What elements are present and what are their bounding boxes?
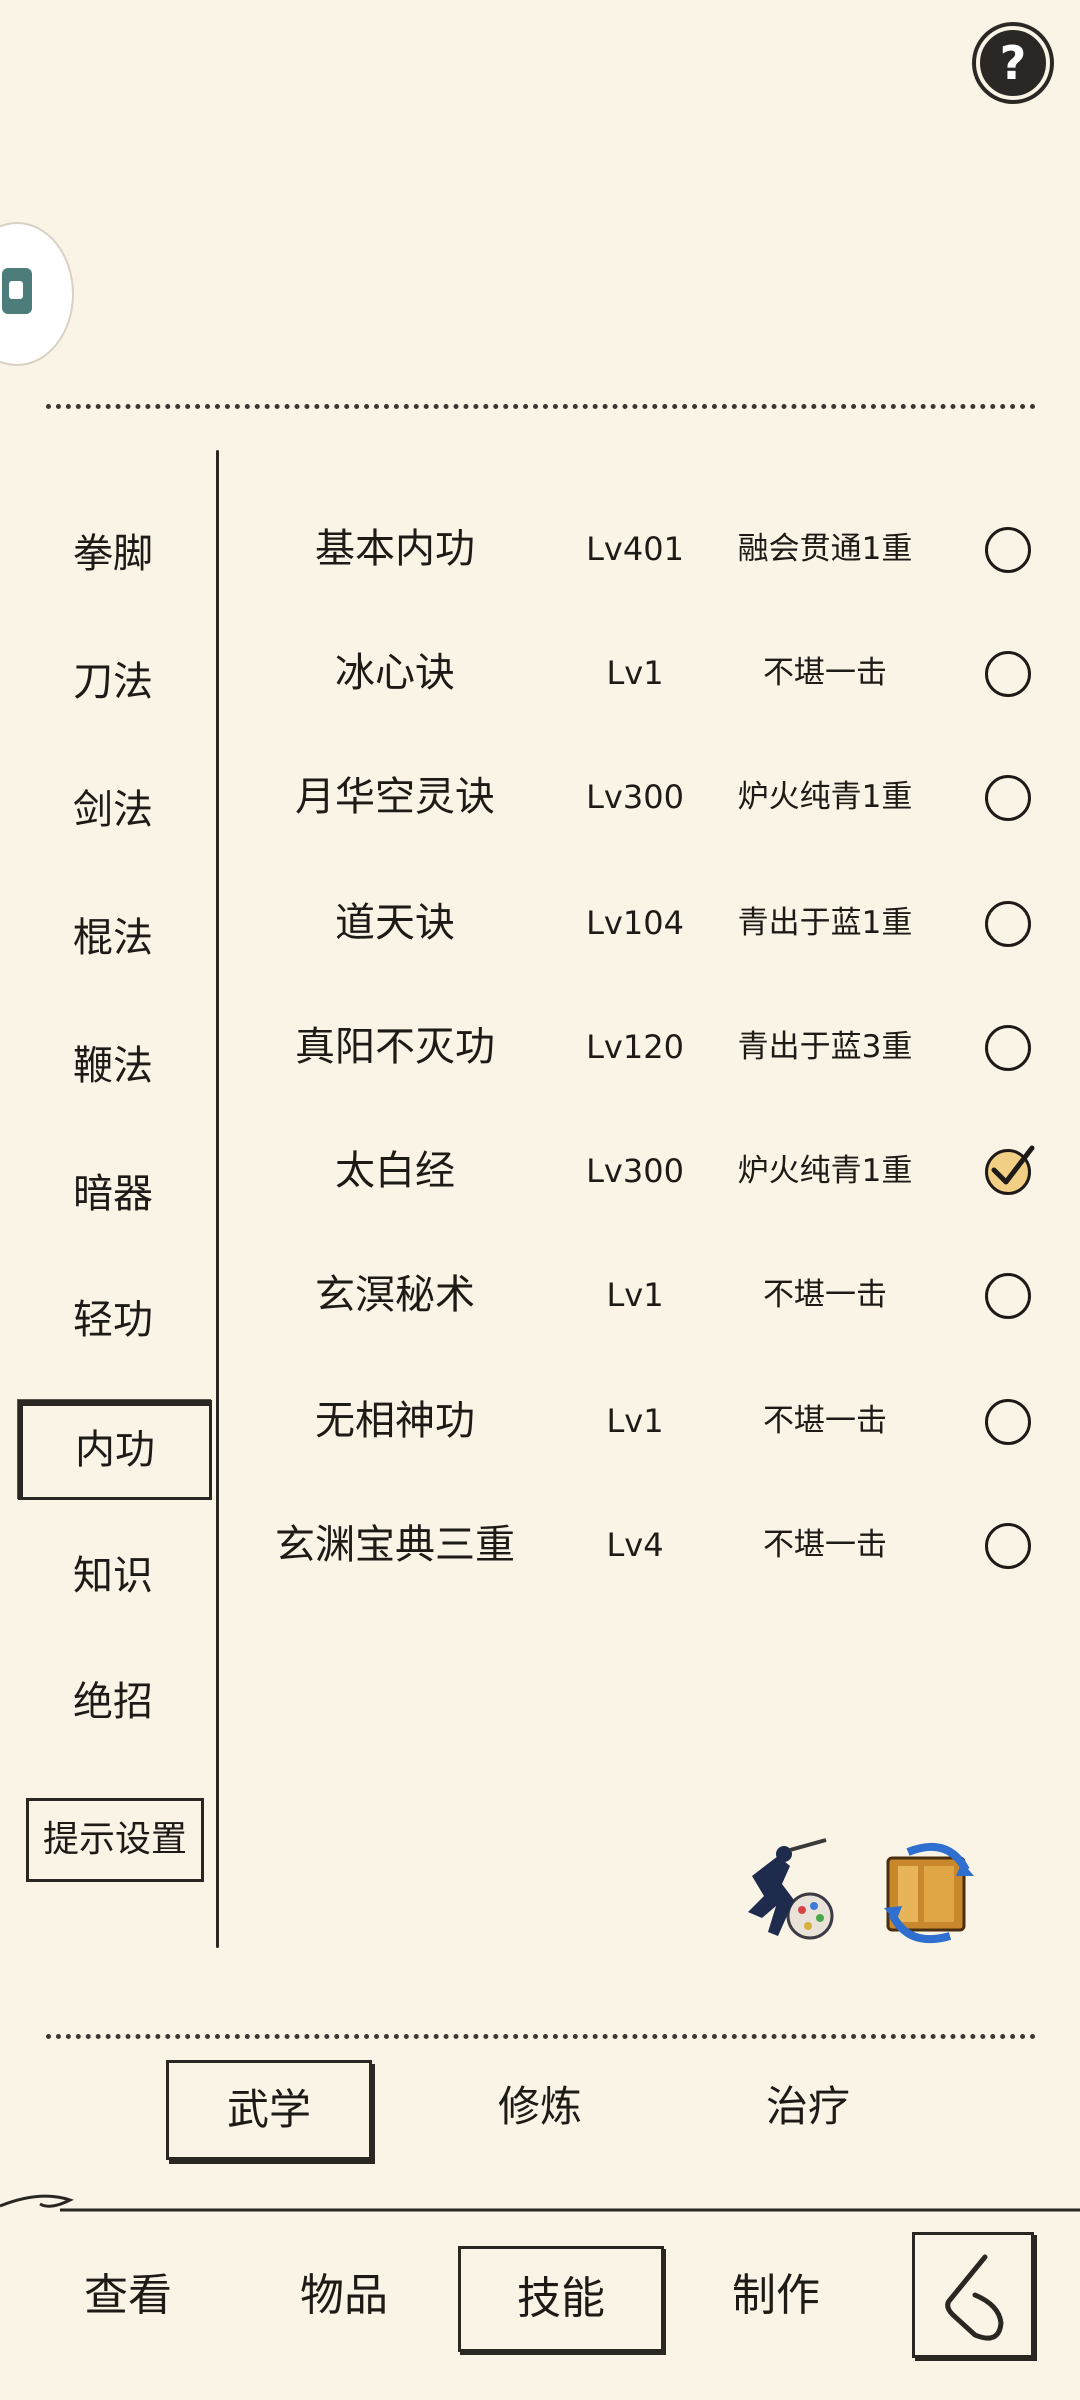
skill-row[interactable]: 玄渊宝典三重 Lv4 不堪一击 bbox=[240, 1490, 1040, 1600]
skill-level: Lv1 bbox=[606, 1402, 664, 1440]
skill-checkbox[interactable] bbox=[985, 1145, 1035, 1195]
bottom-divider bbox=[46, 2034, 1036, 2039]
brush-separator bbox=[0, 2194, 1080, 2212]
skill-checkbox[interactable] bbox=[985, 1025, 1031, 1071]
subtab-label: 修炼 bbox=[497, 2082, 582, 2131]
category-quanjiao[interactable]: 拳脚 bbox=[18, 506, 208, 602]
skill-checkbox[interactable] bbox=[985, 1273, 1031, 1319]
category-bianfa[interactable]: 鞭法 bbox=[18, 1018, 208, 1114]
category-zhishi[interactable]: 知识 bbox=[18, 1528, 208, 1624]
category-label: 轻功 bbox=[73, 1297, 153, 1343]
skill-name: 无相神功 bbox=[315, 1398, 475, 1444]
nav-jineng[interactable]: 技能 bbox=[458, 2246, 664, 2352]
skill-name: 玄溟秘术 bbox=[315, 1272, 475, 1318]
skill-level: Lv4 bbox=[606, 1526, 664, 1564]
skill-name: 道天诀 bbox=[335, 900, 455, 946]
category-label: 拳脚 bbox=[73, 531, 153, 577]
skill-checkbox[interactable] bbox=[985, 527, 1031, 573]
category-gunfa[interactable]: 棍法 bbox=[18, 890, 208, 986]
skill-level: Lv1 bbox=[606, 654, 664, 692]
subtab-label: 武学 bbox=[226, 2085, 311, 2134]
subtab-xiulian[interactable]: 修炼 bbox=[440, 2060, 640, 2154]
app-logo-icon bbox=[2, 268, 32, 314]
category-label: 剑法 bbox=[73, 787, 153, 833]
skill-rank: 炉火纯青1重 bbox=[737, 1153, 913, 1189]
skill-rank: 青出于蓝3重 bbox=[737, 1029, 913, 1065]
category-label: 刀法 bbox=[73, 659, 153, 705]
category-anqi[interactable]: 暗器 bbox=[18, 1146, 208, 1242]
swap-book-icon[interactable] bbox=[878, 1836, 980, 1946]
skill-row[interactable]: 无相神功 Lv1 不堪一击 bbox=[240, 1366, 1040, 1476]
category-neigong[interactable]: 内功 bbox=[18, 1400, 212, 1500]
nav-chakan[interactable]: 查看 bbox=[28, 2246, 228, 2346]
nav-label: 物品 bbox=[300, 2270, 388, 2321]
skill-name: 玄渊宝典三重 bbox=[275, 1522, 515, 1568]
avatar[interactable] bbox=[0, 222, 74, 366]
skill-rank: 不堪一击 bbox=[763, 655, 887, 691]
nav-label: 查看 bbox=[84, 2270, 172, 2321]
skill-level: Lv1 bbox=[606, 1276, 664, 1314]
skill-name: 月华空灵诀 bbox=[295, 774, 495, 820]
skill-checkbox[interactable] bbox=[985, 1523, 1031, 1569]
subtab-zhiliao[interactable]: 治疗 bbox=[708, 2060, 908, 2154]
skill-row[interactable]: 月华空灵诀 Lv300 炉火纯青1重 bbox=[240, 742, 1040, 852]
category-label: 暗器 bbox=[73, 1171, 153, 1217]
skill-name: 太白经 bbox=[335, 1148, 455, 1194]
skill-name: 真阳不灭功 bbox=[295, 1024, 495, 1070]
skill-rank: 炉火纯青1重 bbox=[737, 779, 913, 815]
skill-level: Lv120 bbox=[586, 1028, 684, 1066]
hint-settings-button[interactable]: 提示设置 bbox=[26, 1798, 204, 1882]
category-label: 内功 bbox=[75, 1427, 155, 1473]
skill-level: Lv401 bbox=[586, 530, 684, 568]
skill-level: Lv300 bbox=[586, 1152, 684, 1190]
skill-level: Lv104 bbox=[586, 904, 684, 942]
skill-row[interactable]: 冰心诀 Lv1 不堪一击 bbox=[240, 618, 1040, 728]
category-label: 绝招 bbox=[73, 1679, 153, 1725]
subtab-label: 治疗 bbox=[765, 2082, 850, 2131]
subtab-wuxue[interactable]: 武学 bbox=[166, 2060, 372, 2160]
skill-level: Lv300 bbox=[586, 778, 684, 816]
category-jianfa[interactable]: 剑法 bbox=[18, 762, 208, 858]
category-label: 鞭法 bbox=[73, 1043, 153, 1089]
category-daofa[interactable]: 刀法 bbox=[18, 634, 208, 730]
skill-rank: 不堪一击 bbox=[763, 1527, 887, 1563]
skill-rank: 融会贯通1重 bbox=[737, 531, 913, 567]
nav-label: 制作 bbox=[732, 2270, 820, 2321]
skill-rank: 青出于蓝1重 bbox=[737, 905, 913, 941]
skill-checkbox[interactable] bbox=[985, 651, 1031, 697]
skill-row[interactable]: 基本内功 Lv401 融会贯通1重 bbox=[240, 494, 1040, 604]
category-label: 知识 bbox=[73, 1553, 153, 1599]
skill-name: 冰心诀 bbox=[335, 650, 455, 696]
checkmark-icon bbox=[991, 1145, 1035, 1185]
skill-checkbox[interactable] bbox=[985, 901, 1031, 947]
skill-rank: 不堪一击 bbox=[763, 1403, 887, 1439]
nav-label: 技能 bbox=[517, 2273, 605, 2324]
category-qinggong[interactable]: 轻功 bbox=[18, 1272, 208, 1368]
skill-row[interactable]: 玄溟秘术 Lv1 不堪一击 bbox=[240, 1240, 1040, 1350]
nav-wupin[interactable]: 物品 bbox=[244, 2246, 444, 2346]
top-divider bbox=[46, 404, 1036, 409]
skill-checkbox[interactable] bbox=[985, 1399, 1031, 1445]
skill-name: 基本内功 bbox=[315, 526, 475, 572]
category-label: 棍法 bbox=[73, 915, 153, 961]
fighter-icon[interactable] bbox=[738, 1836, 840, 1946]
skill-row[interactable]: 真阳不灭功 Lv120 青出于蓝3重 bbox=[240, 992, 1040, 1102]
skill-rank: 不堪一击 bbox=[763, 1277, 887, 1313]
back-arrow-icon bbox=[945, 2254, 1004, 2341]
question-icon: ? bbox=[999, 36, 1027, 90]
help-button[interactable]: ? bbox=[976, 26, 1050, 100]
skill-row[interactable]: 道天诀 Lv104 青出于蓝1重 bbox=[240, 868, 1040, 978]
skill-checkbox[interactable] bbox=[985, 775, 1031, 821]
back-button[interactable] bbox=[912, 2232, 1034, 2358]
skill-row[interactable]: 太白经 Lv300 炉火纯青1重 bbox=[240, 1116, 1040, 1226]
nav-zhizuo[interactable]: 制作 bbox=[676, 2246, 876, 2346]
sidebar-divider bbox=[216, 450, 219, 1948]
category-juezhao[interactable]: 绝招 bbox=[18, 1654, 208, 1750]
